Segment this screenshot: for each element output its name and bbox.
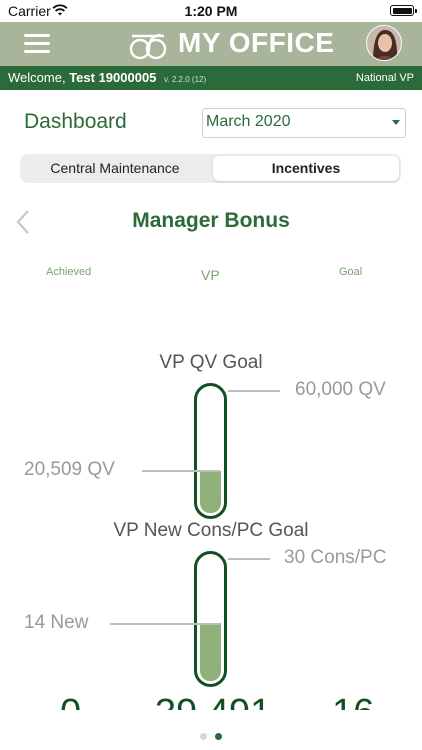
chevron-down-icon bbox=[392, 120, 400, 125]
progress-tube bbox=[194, 383, 227, 519]
app-version: v. 2.2.0 (12) bbox=[164, 75, 207, 84]
section-title: Manager Bonus bbox=[132, 209, 290, 232]
progress-fill bbox=[200, 623, 221, 681]
goal-leader-line bbox=[228, 390, 280, 392]
goal-leader-line bbox=[228, 558, 270, 560]
gauge-achieved-value: 14 New bbox=[24, 612, 89, 633]
battery-icon bbox=[390, 5, 417, 16]
page-title: Dashboard bbox=[24, 110, 127, 133]
achieved-leader-line bbox=[110, 623, 220, 625]
brand-logo-icon bbox=[129, 33, 167, 60]
progress-tube bbox=[194, 551, 227, 687]
month-select-value: March 2020 bbox=[206, 113, 291, 130]
user-rank: National VP bbox=[355, 72, 414, 84]
progress-fill bbox=[200, 471, 221, 513]
level-label: VP bbox=[201, 267, 220, 283]
hamburger-menu-icon[interactable] bbox=[24, 32, 52, 54]
totals-row: 0 39,491 16 bbox=[0, 680, 422, 710]
app-title: MY OFFICE bbox=[178, 27, 335, 58]
gauge-goal-value: 30 Cons/PC bbox=[284, 547, 387, 568]
gauge-achieved-value: 20,509 QV bbox=[24, 459, 115, 480]
tab-incentives[interactable]: Incentives bbox=[213, 156, 399, 181]
user-avatar[interactable] bbox=[366, 25, 402, 61]
page-indicator[interactable] bbox=[0, 727, 422, 740]
gauge-goal-value: 60,000 QV bbox=[295, 379, 386, 400]
page-dot[interactable] bbox=[200, 733, 207, 740]
achieved-label: Achieved bbox=[46, 266, 92, 278]
gauge-title: VP QV Goal bbox=[159, 352, 263, 373]
achieved-leader-line bbox=[142, 470, 220, 472]
total-value: 39,491 bbox=[155, 692, 271, 710]
page-dot-active[interactable] bbox=[215, 733, 222, 740]
welcome-prefix: Welcome, bbox=[8, 70, 66, 85]
goal-label: Goal bbox=[339, 266, 363, 278]
total-value: 16 bbox=[332, 692, 374, 710]
gauge-title: VP New Cons/PC Goal bbox=[113, 520, 309, 541]
total-value: 0 bbox=[60, 692, 81, 710]
user-name: Test 19000005 bbox=[69, 70, 157, 85]
welcome-message: Welcome, Test 19000005 v. 2.2.0 (12) bbox=[8, 70, 206, 85]
tab-central-maintenance[interactable]: Central Maintenance bbox=[20, 154, 210, 183]
clock: 1:20 PM bbox=[184, 3, 238, 19]
